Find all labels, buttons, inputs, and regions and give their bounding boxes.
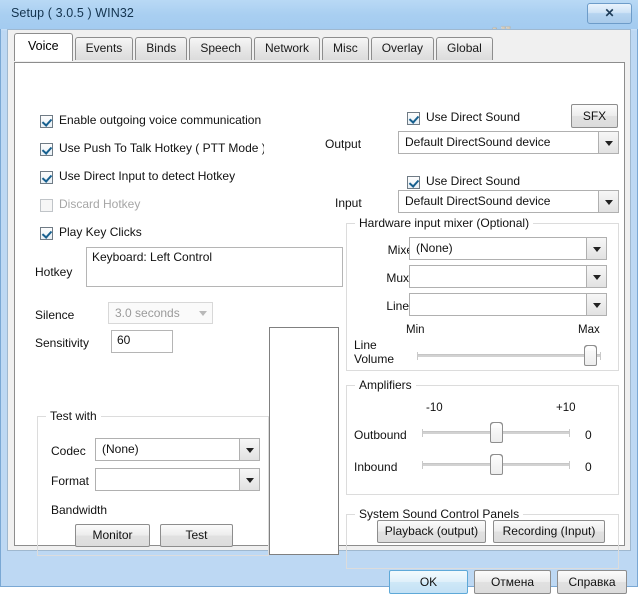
checkbox-label-play-key-clicks: Play Key Clicks (59, 225, 142, 239)
checkbox-discard-hotkey[interactable] (40, 199, 53, 212)
checkbox-enable-outgoing-voice[interactable] (40, 115, 53, 128)
chevron-down-icon (239, 439, 259, 460)
chevron-down-icon (598, 132, 618, 153)
amplifier-max-label: +10 (556, 402, 576, 414)
tab-binds[interactable]: Binds (135, 37, 188, 60)
help-button[interactable]: Справка (557, 570, 627, 594)
inbound-thumb[interactable] (490, 454, 503, 475)
line-volume-thumb[interactable] (583, 345, 597, 366)
codec-label: Codec (51, 444, 86, 458)
tab-speech[interactable]: Speech (189, 37, 253, 60)
outbound-thumb[interactable] (490, 422, 503, 443)
codec-value: (None) (102, 442, 139, 456)
codec-dropdown[interactable]: (None) (95, 438, 260, 461)
line-volume-max-label: Max (578, 324, 600, 336)
inbound-slider[interactable] (422, 454, 570, 475)
checkbox-label-use-direct-input: Use Direct Input to detect Hotkey (59, 169, 236, 183)
input-device-dropdown[interactable]: Default DirectSound device (398, 190, 619, 213)
outbound-value: 0 (585, 428, 592, 442)
line-volume-label-line: Line (354, 338, 377, 352)
silence-label: Silence (35, 308, 75, 322)
line-dropdown[interactable] (409, 293, 607, 316)
format-label: Format (51, 474, 90, 488)
group-title-system-sound-panels: System Sound Control Panels (355, 507, 524, 521)
tab-overlay[interactable]: Overlay (370, 37, 435, 60)
outbound-slider[interactable] (422, 422, 570, 443)
tab-global[interactable]: Global (436, 37, 493, 60)
output-device-value: Default DirectSound device (405, 135, 551, 149)
recording-input-button[interactable]: Recording (Input) (493, 520, 605, 543)
mux-label: Mux (386, 271, 409, 285)
tab-events[interactable]: Events (74, 37, 134, 60)
tab-misc[interactable]: Misc (322, 37, 369, 60)
outbound-label: Outbound (354, 428, 407, 442)
checkbox-label-discard-hotkey: Discard Hotkey (59, 197, 141, 211)
line-volume-label-volume: Volume (354, 352, 395, 366)
group-title-hardware-input-mixer: Hardware input mixer (Optional) (355, 216, 534, 230)
sensitivity-label: Sensitivity (35, 336, 90, 350)
group-title-test-with: Test with (46, 409, 101, 423)
output-label: Output (325, 137, 362, 151)
dialog-client-area: Voice Events Binds Speech Network Misc O… (7, 29, 631, 594)
hotkey-label: Hotkey (35, 265, 73, 279)
hotkey-field[interactable]: Keyboard: Left Control (86, 247, 343, 287)
setup-window: Setup ( 3.0.5 ) WIN32 ✕ Allmmorpg.ru Voi… (0, 0, 638, 594)
chevron-down-icon (239, 469, 259, 490)
silence-value: 3.0 seconds (115, 306, 180, 320)
amplifier-min-label: -10 (426, 402, 443, 414)
chevron-down-icon (586, 294, 606, 315)
checkbox-use-push-to-talk[interactable] (40, 143, 53, 156)
tab-network[interactable]: Network (254, 37, 321, 60)
sensitivity-field[interactable]: 60 (111, 330, 173, 353)
voice-level-meter (269, 327, 339, 555)
line-volume-min-label: Min (406, 324, 425, 336)
chevron-down-icon (586, 238, 606, 259)
checkbox-label-enable-outgoing-voice: Enable outgoing voice communication (59, 113, 262, 127)
checkbox-use-direct-input[interactable] (40, 171, 53, 184)
mixer-value: (None) (416, 241, 453, 255)
line-label: Line (386, 299, 409, 313)
chevron-down-icon (598, 191, 618, 212)
tab-strip: Voice Events Binds Speech Network Misc O… (14, 33, 495, 61)
checkbox-label-input-use-direct-sound: Use Direct Sound (426, 174, 521, 188)
line-volume-track (417, 352, 601, 360)
silence-dropdown[interactable]: 3.0 seconds (108, 302, 213, 324)
cancel-button[interactable]: Отмена (474, 570, 551, 594)
checkbox-label-use-push-to-talk: Use Push To Talk Hotkey ( PTT Mode ) (59, 141, 264, 155)
inbound-value: 0 (585, 460, 592, 474)
monitor-button[interactable]: Monitor (75, 524, 150, 547)
line-volume-slider[interactable] (417, 345, 601, 366)
tab-page-voice: Enable outgoing voice communication Use … (14, 62, 625, 569)
inbound-label: Inbound (354, 460, 398, 474)
output-device-dropdown[interactable]: Default DirectSound device (398, 131, 619, 154)
window-title: Setup ( 3.0.5 ) WIN32 (11, 6, 134, 20)
ok-button[interactable]: OK (389, 570, 468, 594)
checkbox-label-output-use-direct-sound: Use Direct Sound (426, 110, 521, 124)
checkbox-input-use-direct-sound[interactable] (407, 176, 420, 189)
title-bar[interactable]: Setup ( 3.0.5 ) WIN32 ✕ (0, 0, 638, 29)
mux-dropdown[interactable] (409, 265, 607, 288)
bandwidth-label: Bandwidth (51, 503, 108, 517)
close-icon[interactable]: ✕ (587, 3, 632, 24)
input-label: Input (335, 196, 362, 210)
tab-voice[interactable]: Voice (14, 33, 73, 61)
group-title-amplifiers: Amplifiers (355, 378, 416, 392)
playback-output-button[interactable]: Playback (output) (377, 520, 486, 543)
chevron-down-icon (193, 303, 212, 323)
input-device-value: Default DirectSound device (405, 194, 551, 208)
mixer-dropdown[interactable]: (None) (409, 237, 607, 260)
checkbox-play-key-clicks[interactable] (40, 227, 53, 240)
test-button[interactable]: Test (160, 524, 233, 547)
checkbox-output-use-direct-sound[interactable] (407, 112, 420, 125)
format-dropdown[interactable] (95, 468, 260, 491)
chevron-down-icon (586, 266, 606, 287)
sfx-button[interactable]: SFX (571, 104, 618, 128)
